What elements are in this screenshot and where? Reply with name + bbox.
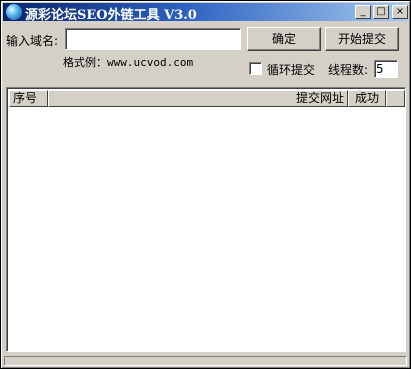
domain-input[interactable] xyxy=(65,28,241,50)
close-button[interactable]: × xyxy=(392,5,408,19)
title-bar[interactable]: 源彩论坛SEO外链工具 V3.0 _ □ × xyxy=(3,3,408,23)
app-window: 源彩论坛SEO外链工具 V3.0 _ □ × 输入域名: 确定 开始提交 格式例… xyxy=(0,0,411,369)
column-header-index[interactable]: 序号 xyxy=(9,90,48,107)
column-header-url[interactable]: 提交网址 xyxy=(48,90,348,107)
format-example: 格式例：www.ucvod.com xyxy=(63,56,194,69)
column-header-filler xyxy=(386,90,405,107)
loop-submit-label: 循环提交 xyxy=(267,63,316,77)
status-bar xyxy=(4,356,407,366)
domain-label: 输入域名: xyxy=(6,34,59,48)
thread-count-input[interactable] xyxy=(374,60,398,78)
window-title: 源彩论坛SEO外链工具 V3.0 xyxy=(25,8,197,23)
loop-submit-checkbox[interactable] xyxy=(249,62,262,75)
ok-button[interactable]: 确定 xyxy=(247,27,321,51)
minimize-button[interactable]: _ xyxy=(355,5,371,19)
globe-icon xyxy=(6,4,22,20)
thread-count-label: 线程数: xyxy=(328,63,369,77)
column-header-success[interactable]: 成功 xyxy=(348,90,386,107)
maximize-button[interactable]: □ xyxy=(373,5,389,19)
submission-list[interactable]: 序号 提交网址 成功 xyxy=(6,87,406,352)
start-submit-button[interactable]: 开始提交 xyxy=(325,27,399,51)
list-header: 序号 提交网址 成功 xyxy=(9,90,405,107)
